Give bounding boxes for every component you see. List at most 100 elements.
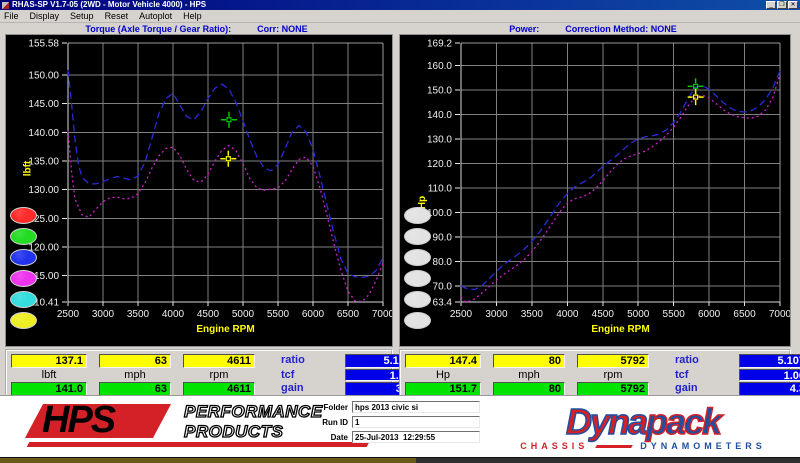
- menu-file[interactable]: File: [4, 10, 19, 23]
- trace-color-button[interactable]: [404, 312, 431, 329]
- trace-color-button[interactable]: [10, 207, 37, 224]
- gain-label: gain: [675, 382, 698, 394]
- torque-chart-panel: 155.58 150.00 145.00 140.00 135.00 130.00 125.…: [5, 34, 393, 347]
- speed-green-cursor-value: 80: [493, 382, 565, 396]
- close-button[interactable]: ✕: [788, 1, 798, 9]
- hps-logo: HPS PERFORMANCE PRODUCTS: [24, 399, 370, 452]
- svg-text:3500: 3500: [521, 309, 544, 320]
- rpm-cursor-value: 5792: [577, 354, 649, 368]
- restore-button[interactable]: ❐: [777, 1, 787, 9]
- menu-setup[interactable]: Setup: [70, 10, 94, 23]
- power-correction-status: Correction Method: NONE: [565, 23, 677, 34]
- svg-text:130.00: 130.00: [28, 185, 59, 196]
- svg-text:169.2: 169.2: [427, 39, 452, 50]
- menu-help[interactable]: Help: [183, 10, 202, 23]
- trace-color-button[interactable]: [404, 270, 431, 287]
- ratio-label: ratio: [675, 354, 699, 366]
- gain-value: 4.3: [739, 382, 800, 396]
- dynapack-logo: Dynapack CHASSIS DYNAMOMETERS: [498, 401, 788, 451]
- speed-unit-label: mph: [124, 369, 146, 381]
- torque-header-title: Torque (Axle Torque / Gear Ratio):: [85, 23, 232, 34]
- svg-text:3000: 3000: [92, 309, 115, 320]
- speed-unit-label: mph: [518, 369, 540, 381]
- svg-text:130.0: 130.0: [427, 134, 452, 145]
- speed-green-cursor-value: 63: [99, 382, 171, 396]
- svg-text:70.0: 70.0: [433, 281, 453, 292]
- svg-text:90.0: 90.0: [433, 232, 453, 243]
- dynapack-dynamometers-text: DYNAMOMETERS: [640, 441, 766, 451]
- trace-color-button[interactable]: [404, 228, 431, 245]
- menu-autoplot[interactable]: Autoplot: [139, 10, 172, 23]
- trace-color-button[interactable]: [10, 249, 37, 266]
- svg-text:6500: 6500: [337, 309, 360, 320]
- bottom-edge-strip: [0, 457, 800, 463]
- menu-display[interactable]: Display: [30, 10, 60, 23]
- torque-x-axis-label: Engine RPM: [196, 324, 255, 335]
- svg-text:6000: 6000: [698, 309, 721, 320]
- power-trace-buttons: [404, 207, 434, 333]
- svg-text:6500: 6500: [733, 309, 756, 320]
- svg-text:4000: 4000: [556, 309, 579, 320]
- title-bar: RHAS-SP V1.7-05 (2WD - Motor Vehicle 400…: [0, 0, 800, 10]
- trace-color-button[interactable]: [10, 270, 37, 287]
- menu-reset[interactable]: Reset: [105, 10, 129, 23]
- svg-text:6000: 6000: [302, 309, 325, 320]
- svg-text:7000: 7000: [372, 309, 392, 320]
- svg-text:4500: 4500: [197, 309, 220, 320]
- svg-text:4000: 4000: [162, 309, 185, 320]
- power-header-title: Power:: [509, 23, 540, 34]
- run-id-label: Run ID: [322, 417, 348, 427]
- rpm-green-cursor-value: 5792: [577, 382, 649, 396]
- svg-text:4500: 4500: [592, 309, 615, 320]
- menu-bar: File Display Setup Reset Autoplot Help: [0, 10, 800, 23]
- svg-text:5000: 5000: [627, 309, 650, 320]
- dynapack-logo-text-1: Dyna: [565, 401, 649, 442]
- speed-cursor-value: 63: [99, 354, 171, 368]
- rpm-unit-label: rpm: [603, 369, 623, 381]
- rpm-cursor-value: 4611: [183, 354, 255, 368]
- ratio-label: ratio: [281, 354, 305, 366]
- svg-text:150.00: 150.00: [28, 70, 59, 81]
- power-plot[interactable]: 169.2160.0150.0140.0130.0120.0110.0100.0…: [400, 35, 790, 346]
- folder-input[interactable]: [352, 401, 480, 413]
- tcf-label: tcf: [281, 369, 295, 381]
- svg-text:5500: 5500: [267, 309, 290, 320]
- power-chart-header: Power: Correction Method: NONE: [393, 23, 793, 34]
- trace-color-button[interactable]: [404, 291, 431, 308]
- run-info-form: Folder Run ID Date: [300, 401, 480, 446]
- dynapack-divider-bar: [595, 444, 634, 448]
- rpm-unit-label: rpm: [209, 369, 229, 381]
- app-icon[interactable]: [2, 1, 9, 9]
- dynapack-logo-text-2: pack: [645, 401, 723, 442]
- trace-color-button[interactable]: [10, 228, 37, 245]
- torque-green-cursor-value: 141.0: [11, 382, 87, 396]
- ratio-value: 5.107: [739, 354, 800, 368]
- hps-logo-text: HPS: [42, 399, 116, 441]
- trace-color-button[interactable]: [404, 207, 431, 224]
- trace-color-button[interactable]: [10, 312, 37, 329]
- svg-text:7000: 7000: [769, 309, 790, 320]
- minimize-button[interactable]: _: [766, 1, 776, 9]
- svg-text:2500: 2500: [57, 309, 80, 320]
- run-id-input[interactable]: [352, 416, 480, 428]
- speed-cursor-value: 80: [493, 354, 565, 368]
- date-input[interactable]: [352, 431, 480, 443]
- svg-text:2500: 2500: [450, 309, 473, 320]
- svg-text:160.0: 160.0: [427, 61, 452, 72]
- trace-color-button[interactable]: [10, 291, 37, 308]
- torque-plot[interactable]: 155.58150.00145.00140.00135.00130.00125.…: [6, 35, 392, 346]
- svg-text:140.0: 140.0: [427, 110, 452, 121]
- svg-text:120.0: 120.0: [427, 159, 452, 170]
- svg-text:5500: 5500: [663, 309, 686, 320]
- trace-color-button[interactable]: [404, 249, 431, 266]
- power-unit-label: Hp: [435, 369, 451, 381]
- date-label: Date: [330, 432, 348, 442]
- svg-text:140.00: 140.00: [28, 128, 59, 139]
- svg-text:5000: 5000: [232, 309, 255, 320]
- svg-text:3500: 3500: [127, 309, 150, 320]
- svg-text:63.4: 63.4: [433, 298, 453, 309]
- power-x-axis-label: Engine RPM: [591, 324, 650, 335]
- gain-label: gain: [281, 382, 304, 394]
- folder-label: Folder: [323, 402, 348, 412]
- window-title: RHAS-SP V1.7-05 (2WD - Motor Vehicle 400…: [12, 0, 207, 9]
